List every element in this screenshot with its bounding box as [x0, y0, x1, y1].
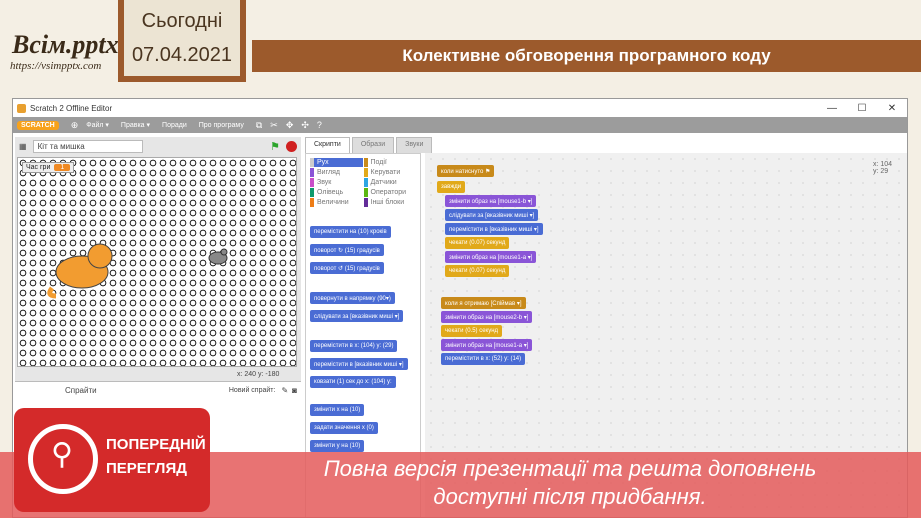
category-control[interactable]: Керувати [363, 168, 417, 177]
logo: Всім.pptx [12, 30, 119, 59]
badge-line1: ПОПЕРЕДНІЙ [106, 436, 206, 453]
sprite-coords-x: x: 104 [873, 161, 893, 168]
editor-tabs: Скрипти Образи Звуки [305, 137, 434, 153]
close-button[interactable]: ✕ [877, 103, 907, 114]
script-block[interactable]: змінити образ на [mouse2-b ▾] [441, 311, 533, 323]
slide-title: Колективне обговорення програмного коду [402, 46, 771, 65]
category-data[interactable]: Величини [310, 198, 363, 207]
scratch-logo[interactable]: SCRATCH [17, 120, 59, 130]
menu-bar: SCRATCH ⊕ Файл ▾ Правка ▾ Поради Про про… [13, 117, 907, 133]
preview-text-line1: Повна версія презентації та решта доповн… [323, 456, 817, 481]
category-pen[interactable]: Олівець [310, 188, 363, 197]
cat-sprite[interactable] [42, 238, 122, 300]
mouse-sprite[interactable] [204, 246, 232, 268]
logo-url: https://vsimpptx.com [10, 60, 102, 72]
window-controls: — ☐ ✕ [817, 103, 907, 114]
window-title: Scratch 2 Offline Editor [30, 103, 113, 113]
palette-block-point-towards[interactable]: слідувати за [вказівник миші ▾] [310, 310, 404, 322]
script-block[interactable]: перемістити в [вказівник миші ▾] [445, 223, 543, 235]
date-label: Сьогодні [141, 10, 223, 32]
slide-title-bar: Колективне обговорення програмного коду [252, 40, 921, 72]
app-icon [17, 103, 26, 113]
cut-icon[interactable]: ✂ [270, 120, 278, 131]
palette-block-change-x[interactable]: змінити x на (10) [310, 404, 365, 416]
menu-about[interactable]: Про програму [199, 122, 244, 129]
category-motion[interactable]: Рух [310, 158, 363, 167]
green-flag-icon[interactable]: ⚑ [270, 140, 280, 153]
category-more-blocks[interactable]: Інші блоки [363, 198, 417, 207]
palette-block-go-to-xy[interactable]: перемістити в x: (104) y: (29) [310, 340, 398, 352]
palette-block-turn-right[interactable]: поворот ↻ (15) градусів [310, 244, 384, 256]
variable-value: 1 [54, 164, 71, 171]
palette-block-glide[interactable]: ковзати (1) сек до x: (104) y: [310, 376, 396, 388]
category-looks[interactable]: Вигляд [310, 168, 363, 177]
script-block[interactable]: коли я отримаю [Спіймав ▾] [441, 297, 526, 309]
grow-icon[interactable]: ✥ [286, 120, 294, 131]
sprites-header: Спрайти Новий спрайт: ✎ ◙ [15, 382, 301, 398]
script-block[interactable]: перемістити в x: (52) y: (14) [441, 353, 526, 365]
script-block[interactable]: змінити образ на [mouse1-a ▾] [445, 251, 537, 263]
minimize-button[interactable]: — [817, 103, 847, 114]
category-list: Рух Події Вигляд Керувати Звук Датчики О… [306, 154, 420, 211]
magnifier-icon: ⚲ [51, 438, 73, 471]
camera-icon[interactable]: ◙ [292, 386, 297, 395]
category-operators[interactable]: Оператори [363, 188, 417, 197]
palette-block-set-x[interactable]: задати значення x (0) [310, 422, 378, 434]
date-value: 07.04.2021 [131, 44, 233, 66]
new-sprite-label: Новий спрайт: [228, 386, 276, 394]
tab-scripts[interactable]: Скрипти [305, 137, 350, 153]
preview-text-line2: доступні після придбання. [433, 484, 707, 509]
menu-tips[interactable]: Поради [162, 122, 187, 129]
menu-edit[interactable]: Правка ▾ [121, 121, 150, 129]
variable-monitor: Час гри 1 [22, 162, 75, 173]
palette-block-move[interactable]: перемістити на (10) кроків [310, 226, 391, 238]
duplicate-icon[interactable]: ⧉ [256, 120, 262, 131]
maximize-button[interactable]: ☐ [847, 103, 877, 114]
window-titlebar: Scratch 2 Offline Editor — ☐ ✕ [13, 99, 907, 117]
variable-name: Час гри [26, 164, 51, 171]
date-box: Сьогодні 07.04.2021 [118, 0, 246, 82]
shrink-icon[interactable]: ✣ [301, 120, 309, 131]
logo-area: Всім.pptx https://vsimpptx.com [0, 0, 119, 82]
palette-block-go-to[interactable]: перемістити в [вказівник миші ▾] [310, 358, 408, 370]
script-block[interactable]: змінити образ на [mouse1-b ▾] [445, 195, 537, 207]
tab-costumes[interactable]: Образи [351, 137, 395, 153]
version-icon: ▦ [19, 141, 27, 151]
sprite-info: x: 104 y: 29 [873, 161, 892, 175]
script-block[interactable]: чекати (0.07) секунд [445, 237, 510, 249]
script-block[interactable]: коли натиснуто ⚑ [437, 165, 495, 177]
menu-file[interactable]: Файл ▾ [86, 121, 109, 129]
script-block[interactable]: слідувати за [вказівник миші ▾] [445, 209, 539, 221]
stop-icon[interactable] [286, 140, 297, 152]
palette-block-point-direction[interactable]: повернути в напрямку (90▾) [310, 292, 395, 304]
globe-icon[interactable]: ⊕ [71, 120, 79, 131]
category-sensing[interactable]: Датчики [363, 178, 417, 187]
stage-coordinates: x: 240 y: -180 [237, 371, 280, 378]
paint-brush-icon[interactable]: ✎ [281, 386, 288, 395]
badge-circle: ⚲ [28, 424, 98, 494]
script-block[interactable]: чекати (0.07) секунд [445, 265, 510, 277]
preview-badge: ⚲ ПОПЕРЕДНІЙ ПЕРЕГЛЯД [14, 408, 210, 512]
stage-canvas[interactable]: Час гри 1 [17, 157, 297, 367]
category-events[interactable]: Події [363, 158, 417, 167]
project-name-field[interactable]: Кіт та мишка [32, 139, 143, 153]
script-block[interactable]: змінити образ на [mouse1-a ▾] [441, 339, 533, 351]
palette-block-turn-left[interactable]: поворот ↺ (15) градусів [310, 262, 384, 274]
tab-sounds[interactable]: Звуки [396, 137, 433, 153]
palette-block-change-y[interactable]: змінити y на (10) [310, 440, 365, 452]
script-block[interactable]: чекати (0.5) секунд [441, 325, 503, 337]
badge-line2: ПЕРЕГЛЯД [106, 460, 187, 477]
help-icon[interactable]: ? [317, 120, 322, 130]
sprite-coords-y: y: 29 [873, 168, 889, 175]
stage-header: ▦ Кіт та мишка ⚑ [15, 137, 301, 155]
script-block[interactable]: завжди [437, 181, 466, 193]
sprites-title: Спрайти [65, 385, 97, 395]
category-sound[interactable]: Звук [310, 178, 363, 187]
